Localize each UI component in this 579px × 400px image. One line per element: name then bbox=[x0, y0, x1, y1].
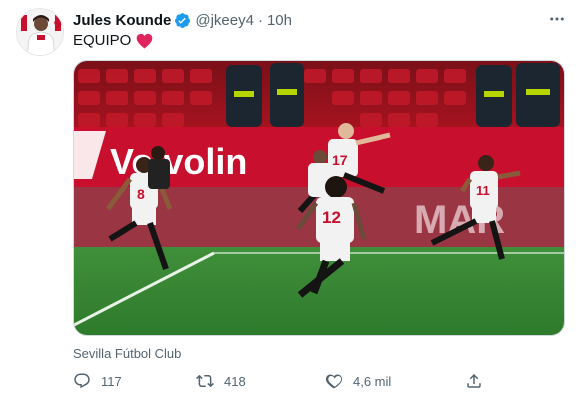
like-count: 4,6 mil bbox=[353, 373, 392, 389]
media-source[interactable]: Sevilla Fútbol Club bbox=[73, 346, 181, 361]
separator-dot: · bbox=[257, 11, 263, 29]
tweet-text-content: EQUIPO bbox=[73, 32, 132, 49]
retweet-icon bbox=[196, 374, 214, 388]
retweet-button[interactable]: 418 bbox=[196, 370, 246, 392]
author-name[interactable]: Jules Kounde bbox=[73, 12, 171, 29]
tweet[interactable]: CH Jules Kounde @jkeey4 · 10h EQUIPO Vol… bbox=[0, 0, 579, 400]
avatar[interactable]: CH bbox=[16, 8, 64, 56]
shirt-number-11: 11 bbox=[476, 183, 490, 198]
svg-text:CH: CH bbox=[54, 21, 63, 27]
author-handle[interactable]: @jkeey4 bbox=[195, 12, 254, 29]
like-button[interactable]: 4,6 mil bbox=[325, 370, 391, 392]
verified-badge-icon bbox=[174, 12, 191, 29]
heart-icon bbox=[325, 374, 343, 389]
shirt-number-8: 8 bbox=[137, 186, 145, 202]
retweet-count: 418 bbox=[224, 373, 246, 389]
share-icon bbox=[467, 373, 481, 388]
tweet-actions: 117 418 4,6 mil bbox=[73, 370, 503, 392]
red-heart-emoji-icon bbox=[136, 33, 153, 49]
tweet-photo[interactable]: Volvolin MAR 8 17 12 11 bbox=[73, 60, 565, 336]
reply-icon bbox=[74, 373, 90, 389]
football-celebration-photo: Volvolin MAR 8 17 12 11 bbox=[74, 61, 564, 335]
shirt-number-17: 17 bbox=[332, 152, 348, 168]
reply-button[interactable]: 117 bbox=[73, 370, 122, 392]
more-options-icon[interactable] bbox=[546, 8, 568, 30]
tweet-text: EQUIPO bbox=[73, 32, 153, 49]
tweet-header: Jules Kounde @jkeey4 · 10h bbox=[73, 10, 292, 30]
reply-count: 117 bbox=[101, 373, 122, 389]
shirt-number-12: 12 bbox=[322, 208, 341, 227]
tweet-timestamp[interactable]: 10h bbox=[267, 12, 292, 29]
share-button[interactable] bbox=[465, 370, 483, 392]
